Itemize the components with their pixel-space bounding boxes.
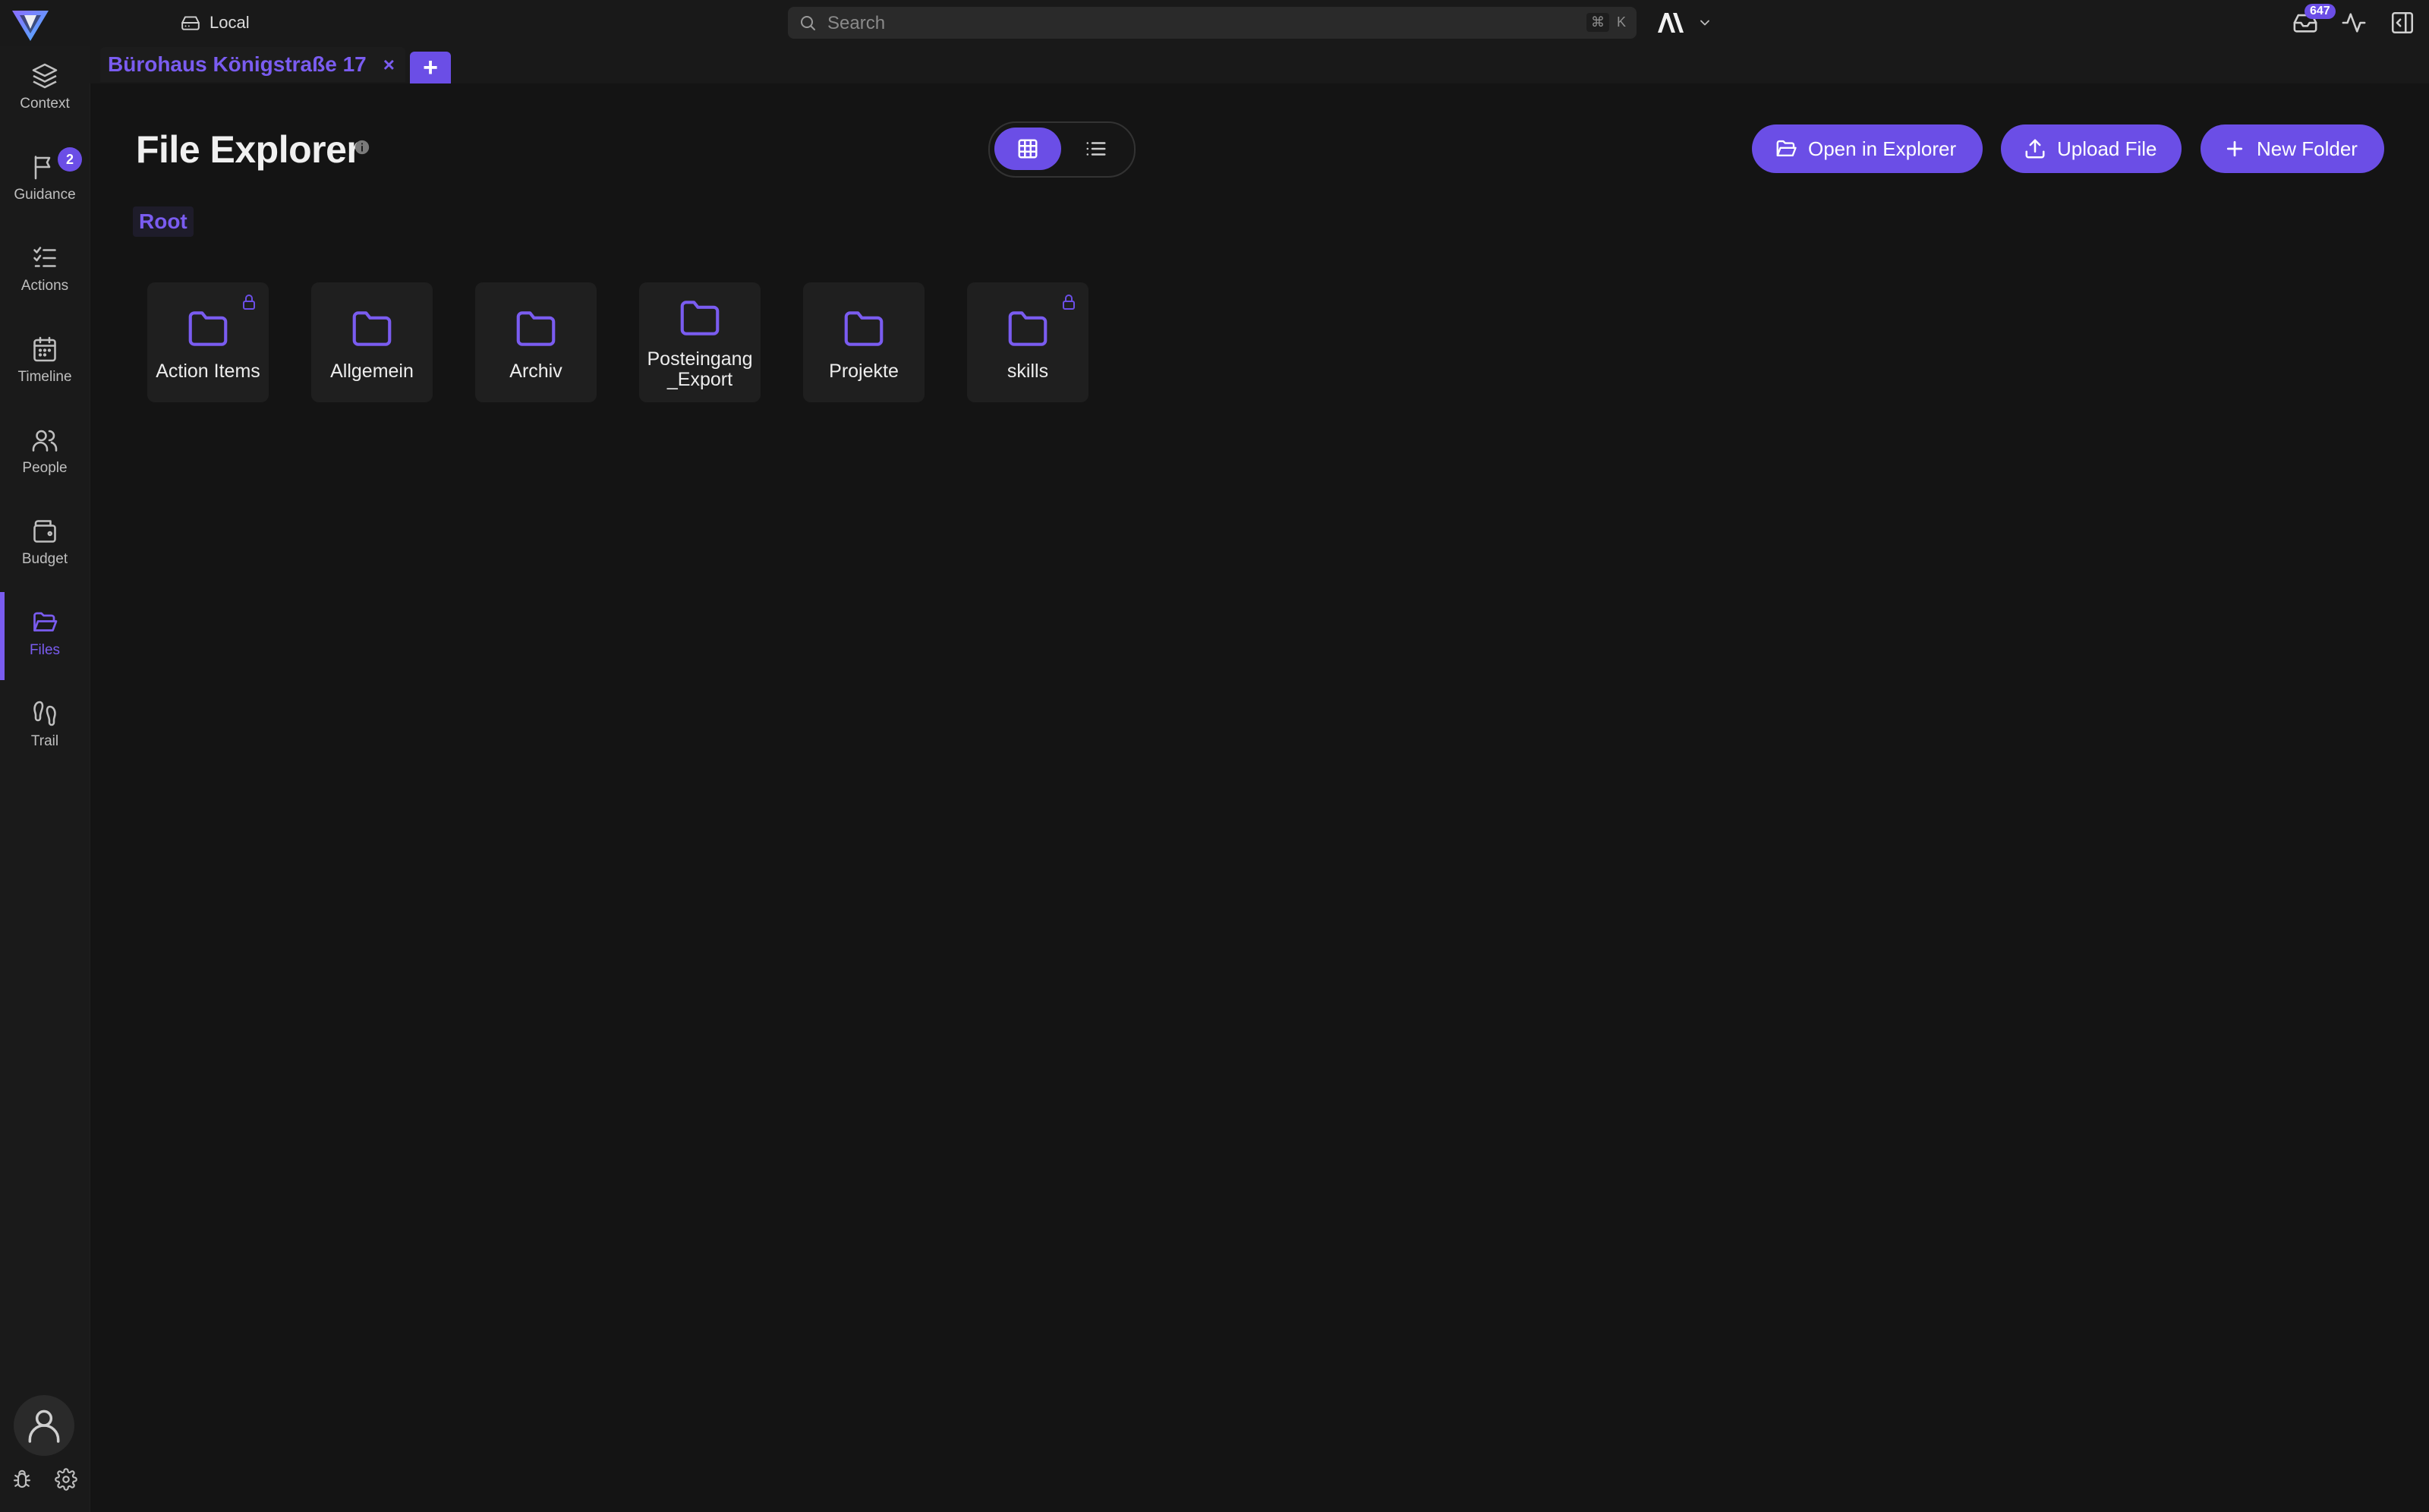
- lock-icon: [1063, 295, 1075, 310]
- people-icon: [32, 430, 58, 452]
- sidebar-item-files[interactable]: Files: [0, 592, 90, 680]
- grid-icon: [1018, 139, 1038, 159]
- view-mode-toggle: [988, 121, 1136, 178]
- sidebar-item-trail[interactable]: Trail: [0, 683, 90, 767]
- folder-icon: [1008, 311, 1048, 346]
- folder-name: Archiv: [509, 361, 562, 382]
- sidebar-item-label: Trail: [30, 733, 59, 749]
- settings-gear-icon[interactable]: [55, 1468, 77, 1491]
- folder-name: Allgemein: [330, 361, 414, 382]
- layers-icon: [32, 63, 58, 89]
- inbox-count-badge: 647: [2305, 4, 2336, 19]
- footprints-icon: [33, 701, 56, 726]
- drive-icon: [181, 16, 200, 30]
- sidebar-panel-icon: [2391, 11, 2414, 34]
- search-input[interactable]: [826, 7, 1512, 40]
- sidebar-item-timeline[interactable]: Timeline: [0, 319, 90, 402]
- file-explorer-panel: File Explorer Open in Explorer Upload Fi…: [90, 83, 2429, 1512]
- top-bar: Local ⌘ K 647: [0, 0, 2429, 46]
- folder-open-icon: [1776, 140, 1797, 156]
- open-in-explorer-label: Open in Explorer: [1808, 137, 1957, 160]
- breadcrumb-root[interactable]: Root: [133, 206, 194, 237]
- guidance-count-badge: 2: [58, 147, 82, 172]
- folder-tile-skills[interactable]: skills: [967, 282, 1088, 402]
- folder-name: skills: [1007, 361, 1049, 382]
- sidebar-item-actions[interactable]: Actions: [0, 228, 90, 311]
- user-icon: [28, 1410, 60, 1443]
- add-tab-button[interactable]: +: [410, 52, 451, 83]
- app-logo-icon[interactable]: [11, 6, 50, 44]
- new-folder-label: New Folder: [2257, 137, 2358, 160]
- folder-icon: [680, 301, 720, 335]
- folder-open-icon: [33, 612, 58, 632]
- sidebar-item-budget[interactable]: Budget: [0, 501, 90, 584]
- sidebar-item-label: Actions: [20, 278, 69, 294]
- info-icon[interactable]: [354, 139, 370, 156]
- sidebar-item-label: Budget: [21, 551, 68, 567]
- bug-icon[interactable]: [11, 1468, 33, 1491]
- folder-icon: [352, 311, 392, 346]
- user-avatar[interactable]: [14, 1395, 74, 1456]
- checklist-icon: [33, 247, 56, 267]
- folder-tile-projekte[interactable]: Projekte: [803, 282, 925, 402]
- workspace-tabs: Bürohaus Königstraße 17 × +: [90, 46, 2429, 83]
- upload-icon: [2025, 139, 2045, 159]
- chevron-down-icon: [1700, 20, 1709, 26]
- sidebar-item-label: People: [22, 460, 68, 476]
- folder-icon: [188, 311, 228, 346]
- calendar-icon: [33, 336, 56, 362]
- new-folder-button[interactable]: New Folder: [2201, 124, 2384, 173]
- folder-tile-posteingang-export[interactable]: Posteingang _Export: [639, 282, 761, 402]
- sidebar-item-context[interactable]: Context: [0, 46, 90, 129]
- folder-tile-action-items[interactable]: Action Items: [147, 282, 269, 402]
- shortcut-k-key: K: [1616, 14, 1626, 30]
- upload-file-label: Upload File: [2057, 137, 2157, 160]
- tab-workspace[interactable]: Bürohaus Königstraße 17 ×: [100, 47, 405, 82]
- left-sidebar: Context Guidance 2 Actions Timeline Peop…: [0, 46, 90, 1512]
- lock-icon: [243, 295, 255, 310]
- plus-icon: [2226, 140, 2243, 157]
- upload-file-button[interactable]: Upload File: [2001, 124, 2182, 173]
- folder-name: Posteingang _Export: [647, 348, 753, 390]
- search-bar[interactable]: ⌘ K: [788, 7, 1637, 40]
- location-indicator[interactable]: Local: [181, 11, 250, 35]
- sidebar-item-label: Timeline: [17, 369, 72, 385]
- page-title: File Explorer: [136, 128, 361, 171]
- open-in-explorer-button[interactable]: Open in Explorer: [1752, 124, 1983, 173]
- toggle-panel-button[interactable]: [2386, 7, 2418, 39]
- tab-close-button[interactable]: ×: [383, 53, 395, 77]
- folder-tile-allgemein[interactable]: Allgemein: [311, 282, 433, 402]
- sidebar-item-guidance[interactable]: Guidance 2: [0, 137, 90, 220]
- tab-label: Bürohaus Königstraße 17: [108, 52, 367, 76]
- sidebar-item-label: Files: [29, 642, 61, 658]
- activity-icon: [2342, 13, 2366, 33]
- search-icon: [801, 16, 815, 30]
- folder-name: Action Items: [156, 361, 260, 382]
- top-right-controls: 647: [2289, 4, 2418, 39]
- sidebar-item-label: Guidance: [14, 187, 76, 203]
- folder-icon: [516, 311, 556, 346]
- shortcut-cmd-key: ⌘: [1586, 13, 1609, 32]
- list-icon: [1086, 142, 1106, 156]
- inbox-button[interactable]: 647: [2289, 4, 2336, 39]
- sidebar-footer: [11, 1468, 77, 1491]
- folder-name: Projekte: [829, 361, 899, 382]
- sidebar-item-people[interactable]: People: [0, 410, 90, 493]
- anthropic-logo-icon: [1658, 13, 1684, 33]
- folder-tile-archiv[interactable]: Archiv: [475, 282, 597, 402]
- folder-icon: [844, 311, 884, 346]
- grid-view-button[interactable]: [994, 128, 1061, 170]
- list-view-button[interactable]: [1063, 128, 1129, 170]
- activity-button[interactable]: [2338, 7, 2370, 39]
- sidebar-item-label: Context: [20, 96, 70, 112]
- flag-icon: [34, 156, 51, 180]
- model-selector[interactable]: [1656, 9, 1712, 36]
- search-shortcut-hint: ⌘ K: [1586, 13, 1629, 32]
- wallet-icon: [33, 520, 56, 543]
- location-label: Local: [210, 13, 250, 32]
